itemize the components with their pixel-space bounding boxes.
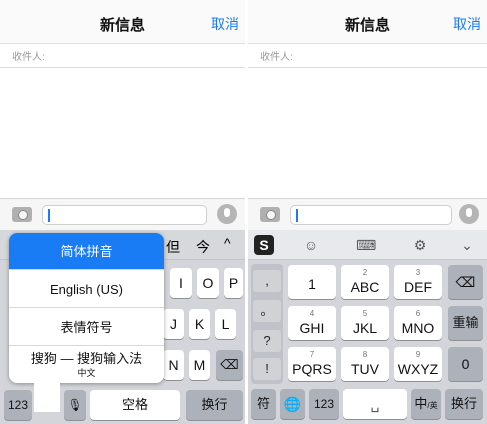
smile-icon[interactable]: ☺ bbox=[302, 236, 320, 254]
key-2-abc[interactable]: 2 ABC bbox=[341, 265, 389, 299]
candidate-2[interactable]: 今 bbox=[196, 237, 210, 257]
microphone-icon: 🎙 bbox=[67, 398, 83, 412]
key-o[interactable]: O bbox=[197, 268, 219, 298]
zero-key[interactable]: 0 bbox=[448, 347, 483, 381]
recipient-row[interactable]: 收件人: bbox=[248, 44, 487, 68]
key-7-pqrs[interactable]: 7 PQRS bbox=[288, 347, 336, 381]
delete-key[interactable]: ⌫ bbox=[216, 350, 243, 380]
microphone-icon[interactable] bbox=[459, 204, 479, 224]
delete-icon: ⌫ bbox=[455, 274, 476, 290]
return-key[interactable]: 换行 bbox=[186, 390, 243, 420]
recipient-label: 收件人: bbox=[260, 52, 293, 63]
expand-candidates-icon[interactable]: ^ bbox=[224, 235, 231, 251]
key-l[interactable]: L bbox=[215, 309, 236, 339]
dictation-key[interactable]: 🎙 bbox=[64, 390, 86, 420]
key-3-def[interactable]: 3 DEF bbox=[394, 265, 442, 299]
delete-key[interactable]: ⌫ bbox=[448, 265, 483, 299]
text-caret bbox=[48, 209, 50, 222]
recipient-row[interactable]: 收件人: bbox=[0, 44, 245, 68]
sogou-keyboard: S ☺ ⌨ ⚙ ⌄ , 。 ? ! 1 2 ABC 3 DEF 4 GHI 5 … bbox=[248, 230, 487, 424]
key-k[interactable]: K bbox=[189, 309, 210, 339]
key-6-mno[interactable]: 6 MNO bbox=[394, 306, 442, 340]
numbers-key[interactable]: 123 bbox=[309, 389, 339, 419]
candidate-1[interactable]: 但 bbox=[166, 237, 180, 257]
space-key[interactable]: 空格 bbox=[90, 390, 180, 420]
nav-bar: 新信息 取消 bbox=[0, 0, 245, 44]
key-1[interactable]: 1 bbox=[288, 265, 336, 299]
key-m[interactable]: M bbox=[189, 350, 210, 380]
left-screen: 新信息 取消 收件人: 但 今 ^ I O P J K L N M ⌫ 123 … bbox=[0, 0, 245, 424]
sogou-toolbar: S ☺ ⌨ ⚙ ⌄ bbox=[248, 230, 487, 260]
chevron-down-icon[interactable]: ⌄ bbox=[458, 236, 476, 254]
return-key[interactable]: 换行 bbox=[445, 389, 483, 419]
numbers-key[interactable]: 123 bbox=[4, 390, 32, 420]
keyboard-icon[interactable]: ⌨ bbox=[356, 236, 376, 254]
sogou-sublabel: 中文 bbox=[77, 368, 96, 378]
punctuation-column: , 。 ? ! bbox=[251, 264, 283, 384]
message-composer bbox=[248, 198, 487, 230]
gear-icon[interactable]: ⚙ bbox=[411, 236, 429, 254]
symbol-key[interactable]: 符 bbox=[251, 389, 276, 419]
sogou-logo-icon[interactable]: S bbox=[254, 235, 274, 255]
cn-en-toggle-key[interactable]: 中/英 bbox=[411, 389, 441, 419]
space-key[interactable]: ␣ bbox=[343, 389, 407, 419]
message-composer bbox=[0, 198, 245, 230]
input-method-sogou[interactable]: 搜狗 — 搜狗输入法 中文 bbox=[9, 347, 164, 383]
right-screen: 新信息 取消 收件人: S ☺ ⌨ ⚙ ⌄ , 。 ? ! 1 2 ABC 3 … bbox=[248, 0, 487, 424]
nav-bar: 新信息 取消 bbox=[248, 0, 487, 44]
camera-icon[interactable] bbox=[12, 207, 32, 222]
key-9-wxyz[interactable]: 9 WXYZ bbox=[394, 347, 442, 381]
globe-icon: 🌐 bbox=[283, 396, 302, 412]
key-p[interactable]: P bbox=[224, 268, 243, 298]
cancel-button[interactable]: 取消 bbox=[211, 14, 239, 34]
camera-icon[interactable] bbox=[260, 207, 280, 222]
key-n[interactable]: N bbox=[163, 350, 184, 380]
cancel-button[interactable]: 取消 bbox=[453, 14, 481, 34]
page-title: 新信息 bbox=[99, 17, 145, 34]
page-title: 新信息 bbox=[344, 17, 390, 34]
input-method-english-us[interactable]: English (US) bbox=[9, 271, 164, 308]
delete-icon: ⌫ bbox=[220, 357, 239, 372]
sogou-label: 搜狗 — 搜狗输入法 bbox=[30, 351, 143, 366]
globe-key-stem bbox=[34, 380, 60, 412]
input-method-simplified-pinyin[interactable]: 简体拼音 bbox=[9, 233, 164, 270]
globe-key[interactable]: 🌐 bbox=[280, 389, 305, 419]
message-input[interactable] bbox=[42, 205, 207, 225]
key-i[interactable]: I bbox=[170, 268, 192, 298]
input-method-menu: 简体拼音 English (US) 表情符号 搜狗 — 搜狗输入法 中文 bbox=[9, 233, 164, 383]
recipient-label: 收件人: bbox=[12, 52, 45, 63]
message-input[interactable] bbox=[290, 205, 452, 225]
key-4-ghi[interactable]: 4 GHI bbox=[288, 306, 336, 340]
text-caret bbox=[296, 209, 298, 222]
key-8-tuv[interactable]: 8 TUV bbox=[341, 347, 389, 381]
microphone-icon[interactable] bbox=[217, 204, 237, 224]
key-j[interactable]: J bbox=[163, 309, 184, 339]
input-method-emoji[interactable]: 表情符号 bbox=[9, 309, 164, 346]
reenter-key[interactable]: 重输 bbox=[448, 306, 483, 340]
key-5-jkl[interactable]: 5 JKL bbox=[341, 306, 389, 340]
punct-period[interactable]: 。 bbox=[253, 300, 281, 322]
punct-question[interactable]: ? bbox=[253, 330, 281, 352]
punct-comma[interactable]: , bbox=[253, 270, 281, 292]
punct-exclaim[interactable]: ! bbox=[253, 358, 281, 380]
